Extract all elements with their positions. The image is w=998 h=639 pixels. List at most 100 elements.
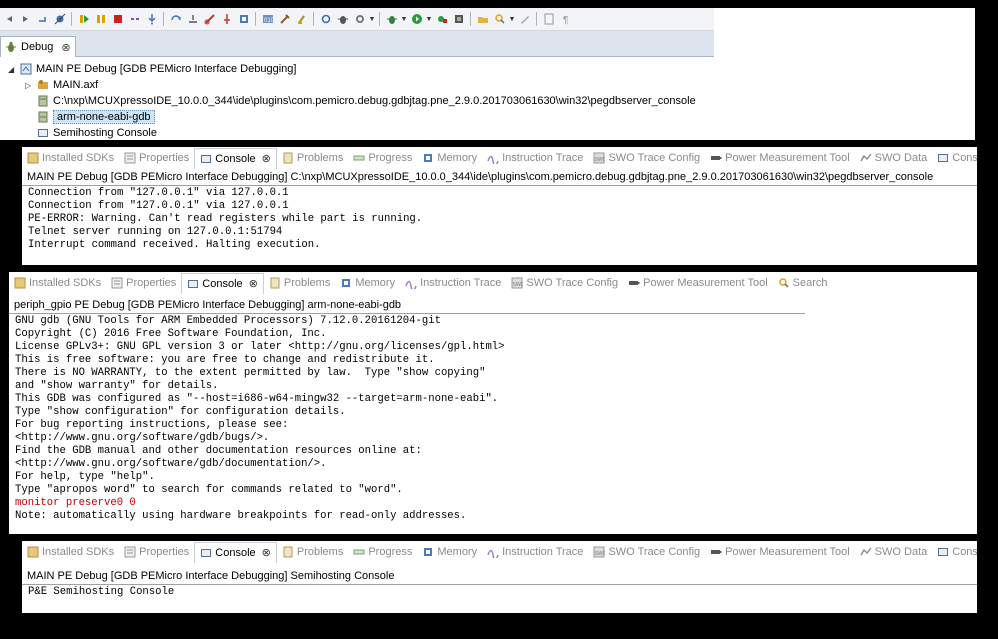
- tab-problems[interactable]: Problems: [277, 542, 348, 562]
- gear-icon[interactable]: [351, 11, 368, 28]
- debug-icon[interactable]: [383, 11, 400, 28]
- step-into-icon[interactable]: [143, 11, 160, 28]
- open-folder-icon[interactable]: [474, 11, 491, 28]
- tab-installed-sdks[interactable]: Installed SDKs: [22, 542, 119, 562]
- build-icon[interactable]: [276, 11, 293, 28]
- tree-item[interactable]: arm-none-eabi-gdb: [25, 109, 155, 125]
- tab-memory[interactable]: Memory: [417, 542, 482, 562]
- tab-properties[interactable]: Properties: [119, 542, 194, 562]
- tab-swo-data[interactable]: SWO Data: [855, 148, 933, 168]
- pin-icon[interactable]: [218, 11, 235, 28]
- tree-item[interactable]: ▷ MAIN.axf: [25, 77, 98, 93]
- tab-label: Instruction Trace: [420, 277, 502, 289]
- tree-item[interactable]: Semihosting Console: [25, 125, 157, 140]
- disconnect-icon[interactable]: [126, 11, 143, 28]
- tab-console[interactable]: Console: [932, 148, 977, 168]
- dropdown-arrow-icon[interactable]: ▼: [400, 11, 408, 28]
- skip-breakpoints-icon[interactable]: [51, 11, 68, 28]
- collapsed-icon[interactable]: ▷: [25, 81, 33, 90]
- step-return-icon[interactable]: [34, 11, 51, 28]
- tab-installed-sdks[interactable]: Installed SDKs: [9, 273, 106, 293]
- close-icon[interactable]: ⊗: [249, 277, 258, 290]
- connect-icon[interactable]: [201, 11, 218, 28]
- console-output[interactable]: GNU gdb (GNU Tools for ARM Embedded Proc…: [15, 315, 505, 523]
- tab-problems[interactable]: Problems: [264, 273, 335, 293]
- external-tools-icon[interactable]: [433, 11, 450, 28]
- edit-icon[interactable]: [516, 11, 533, 28]
- tab-label: Console: [952, 152, 977, 164]
- console-line: Find the GDB manual and other documentat…: [15, 445, 422, 457]
- tab-label: Console: [215, 152, 256, 165]
- server-icon: [37, 95, 49, 107]
- properties-icon: [124, 152, 136, 164]
- tab-console[interactable]: Console ⊗: [194, 541, 277, 563]
- console-panel-server: Installed SDKs Properties Console ⊗ Problems…: [22, 147, 977, 265]
- tab-power-measurement-tool[interactable]: Power Measurement Tool: [705, 542, 855, 562]
- tab-console[interactable]: Console ⊗: [194, 147, 277, 169]
- dropdown-arrow-icon[interactable]: ▼: [368, 11, 376, 28]
- console-tabbar: Installed SDKs Properties Console ⊗ Problems…: [9, 272, 833, 294]
- tab-instruction-trace[interactable]: Instruction Trace: [400, 273, 506, 293]
- close-icon[interactable]: ⊗: [262, 546, 271, 559]
- tab-memory[interactable]: Memory: [417, 148, 482, 168]
- tab-instruction-trace[interactable]: Instruction Trace: [482, 542, 588, 562]
- tab-label: Console: [215, 546, 256, 559]
- tab-progress[interactable]: Progress: [348, 148, 417, 168]
- expanded-icon[interactable]: ◢: [8, 65, 16, 74]
- tab-label: Problems: [296, 152, 344, 164]
- dropdown-arrow-icon[interactable]: ▼: [425, 11, 433, 28]
- toolbar-separator: [255, 12, 256, 26]
- console-line: Copyright (C) 2016 Free Software Foundat…: [15, 328, 327, 340]
- close-icon[interactable]: ⊗: [262, 152, 271, 165]
- tab-progress[interactable]: Progress: [348, 542, 417, 562]
- tab-label: Problems: [296, 546, 344, 558]
- svg-text:¶: ¶: [563, 15, 568, 25]
- console-icon: [37, 127, 49, 139]
- tree-item[interactable]: C:\nxp\MCUXpressoIDE_10.0.0_344\ide\plug…: [25, 93, 696, 109]
- tab-properties[interactable]: Properties: [119, 148, 194, 168]
- tab-problems[interactable]: Problems: [277, 148, 348, 168]
- registers-icon[interactable]: 010: [259, 11, 276, 28]
- forward-icon[interactable]: [17, 11, 34, 28]
- debug-settings-icon[interactable]: [317, 11, 334, 28]
- tab-swo-data[interactable]: SWO Data: [855, 542, 933, 562]
- memory-icon: [422, 546, 434, 558]
- tab-console[interactable]: Console ⊗: [181, 272, 264, 294]
- tab-swo-trace-config[interactable]: SWO SWO Trace Config: [506, 273, 623, 293]
- tab-memory[interactable]: Memory: [335, 273, 400, 293]
- tab-instruction-trace[interactable]: Instruction Trace: [482, 148, 588, 168]
- tab-search[interactable]: Search: [773, 273, 833, 293]
- back-icon[interactable]: [0, 11, 17, 28]
- close-icon[interactable]: ⊗: [61, 41, 70, 54]
- debug-view-tabbar: Debug ⊗: [0, 31, 714, 57]
- bug-icon[interactable]: [334, 11, 351, 28]
- drop-to-frame-icon[interactable]: [184, 11, 201, 28]
- console-output[interactable]: P&E Semihosting Console: [28, 586, 174, 599]
- terminate-icon[interactable]: [109, 11, 126, 28]
- paragraph-icon[interactable]: ¶: [557, 11, 574, 28]
- suspend-icon[interactable]: [92, 11, 109, 28]
- progress-icon: [353, 546, 365, 558]
- tab-swo-trace-config[interactable]: SWO SWO Trace Config: [588, 542, 705, 562]
- console-output[interactable]: Connection from "127.0.0.1" via 127.0.0.…: [28, 187, 422, 252]
- tab-power-measurement-tool[interactable]: Power Measurement Tool: [705, 148, 855, 168]
- step-over-icon[interactable]: [167, 11, 184, 28]
- annotation-icon[interactable]: [540, 11, 557, 28]
- memory-icon[interactable]: [235, 11, 252, 28]
- tree-item-launch[interactable]: ◢ MAIN PE Debug [GDB PEMicro Interface De…: [8, 61, 296, 77]
- tab-installed-sdks[interactable]: Installed SDKs: [22, 148, 119, 168]
- search-icon[interactable]: [491, 11, 508, 28]
- tab-label: SWO Data: [874, 546, 928, 558]
- tab-console[interactable]: Console: [932, 542, 977, 562]
- tab-power-measurement-tool[interactable]: Power Measurement Tool: [623, 273, 773, 293]
- resume-icon[interactable]: [75, 11, 92, 28]
- run-icon[interactable]: [408, 11, 425, 28]
- tab-properties[interactable]: Properties: [106, 273, 181, 293]
- open-type-icon[interactable]: [450, 11, 467, 28]
- clean-icon[interactable]: [293, 11, 310, 28]
- console-icon: [187, 278, 199, 290]
- tab-swo-trace-config[interactable]: SWO SWO Trace Config: [588, 148, 705, 168]
- swo-icon: SWO: [511, 277, 525, 289]
- dropdown-arrow-icon[interactable]: ▼: [508, 11, 516, 28]
- tab-debug[interactable]: Debug ⊗: [0, 36, 76, 57]
